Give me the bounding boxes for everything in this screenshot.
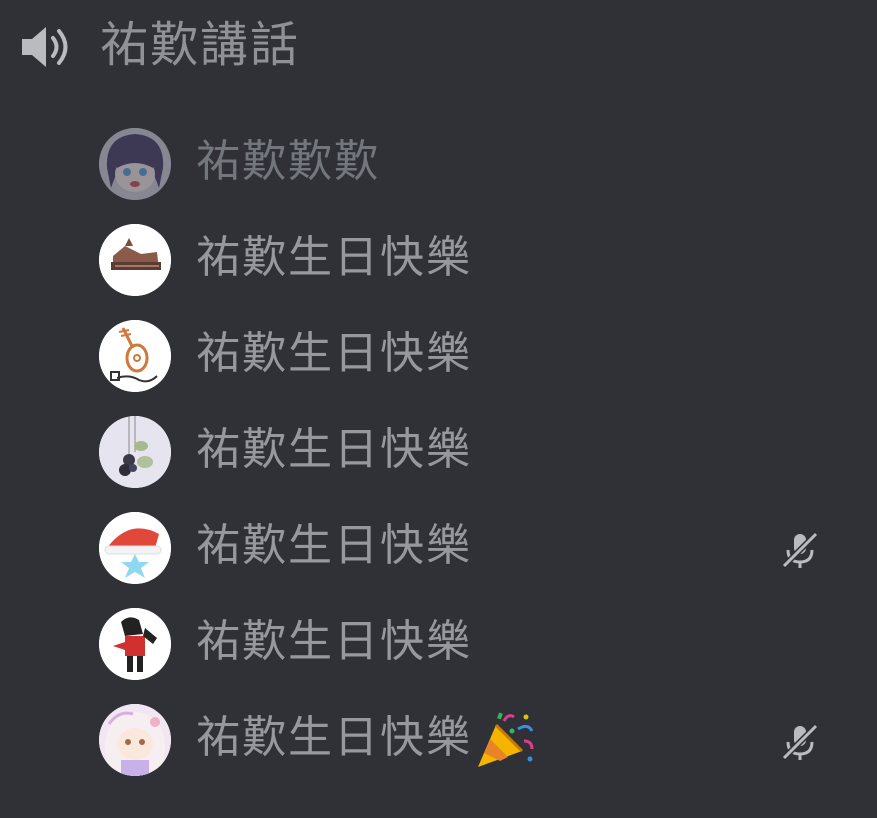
voice-member[interactable]: 祐歎生日快樂 xyxy=(0,214,877,310)
member-name: 祐歎生日快樂 xyxy=(196,328,472,379)
avatar xyxy=(99,320,171,392)
voice-channel-header[interactable]: 祐歎講話 xyxy=(0,0,877,92)
voice-member[interactable]: 祐歎生日快樂 xyxy=(0,598,877,694)
member-name: 祐歎生日快樂 xyxy=(196,424,472,475)
member-name: 祐歎歎歎 xyxy=(196,136,380,187)
member-name: 祐歎生日快樂 xyxy=(196,232,472,283)
member-name-text: 祐歎生日快樂 xyxy=(196,712,472,763)
muted-microphone-icon xyxy=(781,723,819,761)
member-name: 祐歎生日快樂 xyxy=(196,616,472,667)
avatar xyxy=(99,128,171,200)
voice-member[interactable]: 祐歎生日快樂 xyxy=(0,406,877,502)
member-name: 祐歎生日快樂 xyxy=(196,520,472,571)
avatar xyxy=(99,224,171,296)
member-name: 祐歎生日快樂 xyxy=(196,708,536,769)
voice-member[interactable]: 祐歎歎歎 xyxy=(0,118,877,214)
avatar xyxy=(99,416,171,488)
speaker-icon xyxy=(22,27,68,67)
party-popper-icon xyxy=(478,712,534,767)
muted-microphone-icon xyxy=(781,531,819,569)
voice-member-list: 祐歎歎歎 祐歎生日快樂 祐歎生日快樂 祐歎生日快樂 祐歎生日快樂 祐歎生日快樂 … xyxy=(0,118,877,790)
avatar xyxy=(99,512,171,584)
avatar xyxy=(99,704,171,776)
voice-member[interactable]: 祐歎生日快樂 xyxy=(0,502,877,598)
channel-name: 祐歎講話 xyxy=(100,17,301,73)
voice-member[interactable]: 祐歎生日快樂 xyxy=(0,694,877,790)
avatar xyxy=(99,608,171,680)
voice-member[interactable]: 祐歎生日快樂 xyxy=(0,310,877,406)
